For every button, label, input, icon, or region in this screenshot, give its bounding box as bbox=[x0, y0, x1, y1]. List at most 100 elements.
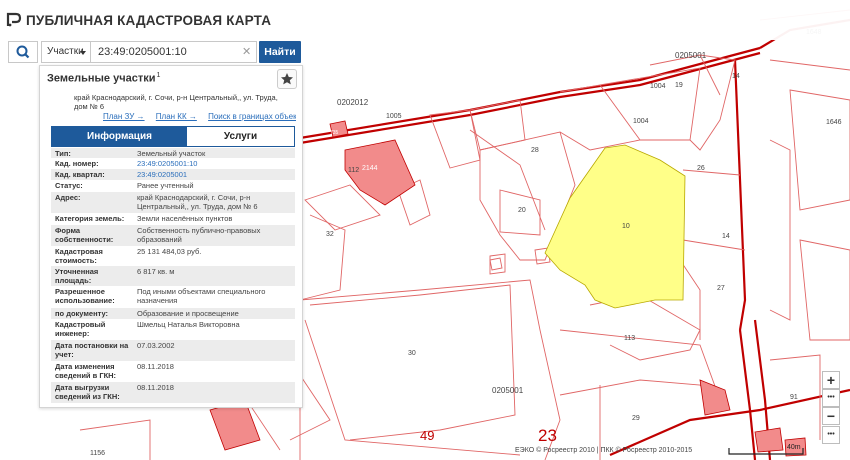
attr-label: Разрешенное использование: bbox=[55, 287, 115, 305]
svg-text:113: 113 bbox=[624, 335, 635, 342]
parcel-info-panel: Земельные участки1 край Краснодарский, г… bbox=[39, 65, 303, 408]
attr-value: Собственность публично-правовых образова… bbox=[137, 226, 261, 244]
svg-text:14: 14 bbox=[722, 233, 730, 240]
svg-text:14: 14 bbox=[732, 73, 740, 80]
svg-text:10: 10 bbox=[622, 223, 630, 230]
scale-label: 40m bbox=[787, 444, 801, 451]
svg-text:1004: 1004 bbox=[633, 118, 649, 125]
svg-text:49: 49 bbox=[420, 428, 434, 443]
attr-value: 25 131 484,03 руб. bbox=[137, 247, 202, 256]
attr-value: Под иными объектами специального назначе… bbox=[137, 287, 266, 305]
svg-text:28: 28 bbox=[531, 147, 539, 154]
svg-text:1646: 1646 bbox=[826, 119, 842, 126]
attr-row-registration-date: Дата постановки на учет: 07.03.2002 bbox=[51, 340, 295, 361]
attr-value: Шмельц Наталья Викторовна bbox=[137, 320, 240, 329]
attr-row-address: Адрес: край Краснодарский, г. Сочи, р-н Ц… bbox=[51, 192, 295, 213]
attr-label: Форма собственности: bbox=[55, 226, 114, 244]
attr-row-cad-quarter: Кад. квартал: 23:49:0205001 bbox=[51, 169, 295, 180]
attr-row-cad-number: Кад. номер: 23:49:0205001:10 bbox=[51, 158, 295, 169]
svg-text:2144: 2144 bbox=[362, 165, 378, 172]
plan-kk-link[interactable]: План КК → bbox=[156, 112, 197, 121]
svg-text:112: 112 bbox=[348, 167, 359, 174]
svg-text:0205001: 0205001 bbox=[675, 51, 707, 60]
svg-text:27: 27 bbox=[717, 285, 725, 292]
more-tools-button[interactable]: ••• bbox=[822, 426, 840, 444]
panel-title-text: Земельные участки bbox=[47, 72, 156, 85]
search-button[interactable] bbox=[8, 41, 38, 63]
attr-label: Дата постановки на учет: bbox=[55, 341, 129, 359]
panel-title-count: 1 bbox=[156, 72, 161, 79]
attr-value: Ранее учтенный bbox=[137, 181, 194, 190]
search-type-label: Участки bbox=[47, 46, 84, 57]
zoom-out-button[interactable]: − bbox=[822, 407, 840, 425]
tab-information[interactable]: Информация bbox=[52, 127, 187, 146]
attr-row-status: Статус: Ранее учтенный bbox=[51, 180, 295, 192]
cad-quarter-link[interactable]: 23:49:0205001 bbox=[137, 170, 293, 180]
svg-text:1004: 1004 bbox=[650, 83, 666, 90]
attr-label: Кад. номер: bbox=[55, 159, 99, 168]
favorite-button[interactable] bbox=[277, 69, 297, 89]
parcel-links: План ЗУ → План КК → Поиск в границах объ… bbox=[103, 112, 296, 121]
search-submit-button[interactable]: Найти bbox=[259, 41, 301, 63]
attr-label: Кад. квартал: bbox=[55, 170, 105, 179]
svg-text:19: 19 bbox=[675, 82, 683, 89]
attr-value: 07.03.2002 bbox=[137, 341, 175, 350]
attr-label: Уточненная площадь: bbox=[55, 267, 99, 285]
attr-label: по документу: bbox=[55, 309, 109, 318]
svg-text:32: 32 bbox=[326, 231, 334, 238]
attr-value: Земли населённых пунктов bbox=[137, 214, 233, 223]
svg-text:91: 91 bbox=[790, 394, 798, 401]
cad-number-link[interactable]: 23:49:0205001:10 bbox=[137, 159, 293, 169]
parcel-attributes: Тип: Земельный участок Кад. номер: 23:49:0… bbox=[51, 148, 295, 403]
attr-row-area: Уточненная площадь: 6 817 кв. м bbox=[51, 266, 295, 286]
attr-label: Дата изменения сведений в ГКН: bbox=[55, 362, 117, 380]
panel-body: край Краснодарский, г. Сочи, р-н Централ… bbox=[40, 90, 296, 407]
attr-row-export-date: Дата выгрузки сведений из ГКН: 08.11.2018 bbox=[51, 382, 295, 403]
svg-text:26: 26 bbox=[697, 165, 705, 172]
search-icon bbox=[16, 45, 30, 59]
panel-title: Земельные участки1 bbox=[47, 72, 160, 85]
attr-row-land-category: Категория земель: Земли населённых пункто… bbox=[51, 213, 295, 225]
attr-value: 08.11.2018 bbox=[137, 383, 174, 392]
attr-label: Кадастровая стоимость: bbox=[55, 247, 103, 265]
svg-text:0202012: 0202012 bbox=[337, 98, 369, 107]
zoom-in-button[interactable]: + bbox=[822, 371, 840, 389]
attr-label: Категория земель: bbox=[55, 214, 125, 223]
attr-row-engineer: Кадастровый инженер: Шмельц Наталья Викто… bbox=[51, 319, 295, 340]
attr-label: Кадастровый инженер: bbox=[55, 320, 106, 338]
plan-zu-link[interactable]: План ЗУ → bbox=[103, 112, 145, 121]
attr-value: Образование и просвещение bbox=[137, 309, 239, 318]
attr-row-permitted-use: Разрешенное использование: Под иными объе… bbox=[51, 286, 295, 308]
star-icon bbox=[281, 73, 293, 85]
map-attribution: ЕЭКО © Росреестр 2010 | ПКК © Росреестр … bbox=[515, 447, 693, 454]
attr-value: 08.11.2018 bbox=[137, 362, 174, 371]
attr-row-type: Тип: Земельный участок bbox=[51, 148, 295, 158]
svg-text:1005: 1005 bbox=[386, 113, 402, 120]
attr-value: край Краснодарский, г. Сочи, р-н Централ… bbox=[137, 193, 258, 211]
search-input[interactable] bbox=[91, 41, 257, 63]
map-menu-button[interactable]: ••• bbox=[822, 389, 840, 407]
attr-row-ownership: Форма собственности: Собственность публич… bbox=[51, 225, 295, 246]
parcel-address-summary: край Краснодарский, г. Сочи, р-н Централ… bbox=[74, 93, 278, 111]
attr-row-by-document: по документу: Образование и просвещение bbox=[51, 308, 295, 319]
attr-row-change-date: Дата изменения сведений в ГКН: 08.11.2018 bbox=[51, 361, 295, 382]
attr-row-cad-value: Кадастровая стоимость: 25 131 484,03 руб. bbox=[51, 246, 295, 266]
attr-label: Статус: bbox=[55, 181, 83, 190]
svg-text:23: 23 bbox=[538, 426, 557, 445]
app-header: ПУБЛИЧНАЯ КАДАСТРОВАЯ КАРТА bbox=[0, 0, 850, 40]
attr-label: Адрес: bbox=[55, 193, 81, 202]
svg-text:30: 30 bbox=[408, 350, 416, 357]
attr-label: Дата выгрузки сведений из ГКН: bbox=[55, 383, 120, 401]
panel-tabs: Информация Услуги bbox=[51, 126, 295, 147]
svg-text:0205001: 0205001 bbox=[492, 386, 524, 395]
attr-value: 6 817 кв. м bbox=[137, 267, 175, 276]
search-in-bounds-link[interactable]: Поиск в границах объекта → bbox=[208, 112, 296, 121]
chevron-down-icon bbox=[80, 51, 86, 55]
svg-text:1156: 1156 bbox=[90, 450, 105, 457]
app-title: ПУБЛИЧНАЯ КАДАСТРОВАЯ КАРТА bbox=[26, 13, 272, 28]
tab-services[interactable]: Услуги bbox=[187, 127, 294, 146]
svg-text:20: 20 bbox=[518, 207, 526, 214]
svg-text:29: 29 bbox=[632, 415, 640, 422]
clear-icon[interactable]: ✕ bbox=[242, 45, 251, 58]
search-type-dropdown[interactable]: Участки bbox=[41, 41, 91, 63]
